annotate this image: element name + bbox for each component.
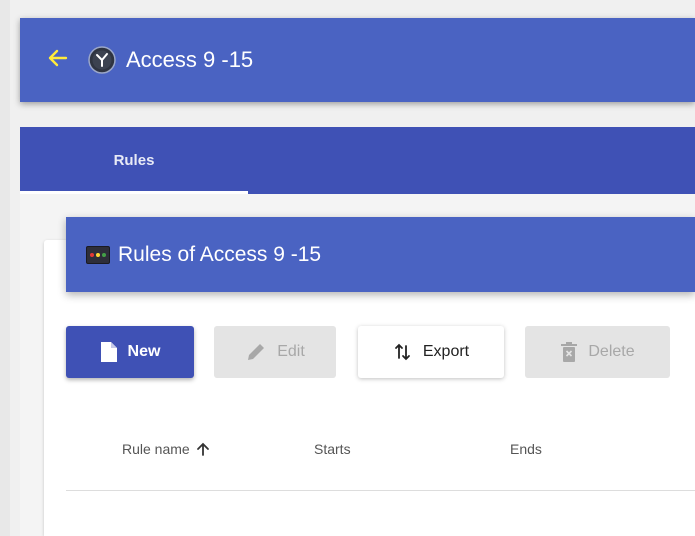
back-button[interactable] [42,44,74,76]
clock-icon [88,46,116,74]
table-divider [66,490,695,491]
pencil-icon [245,341,267,363]
column-header-rule-name[interactable]: Rule name [122,441,210,457]
page-title: Access 9 -15 [126,47,254,72]
arrow-left-icon [48,49,68,72]
delete-button-label: Delete [588,343,635,360]
export-button[interactable]: Export [358,326,504,378]
new-button-label: New [127,343,161,360]
app-toolbar: Access 9 -15 [20,18,695,102]
trash-icon [560,341,578,363]
sort-arrows-icon [393,342,413,362]
column-label: Ends [510,441,542,457]
card-title: Rules of Access 9 -15 [118,242,322,266]
new-button[interactable]: New [66,326,194,378]
column-header-ends[interactable]: Ends [510,441,542,457]
column-header-starts[interactable]: Starts [314,441,351,457]
column-label: Rule name [122,441,190,457]
edit-button-label: Edit [277,343,305,360]
table-header: Rule name Starts Ends [66,430,695,470]
card-header: Rules of Access 9 -15 [66,217,695,292]
column-label: Starts [314,441,351,457]
rules-list-icon [86,245,110,264]
export-button-label: Export [422,343,470,360]
tab-rules[interactable]: Rules [20,127,248,194]
tab-bar: Rules [20,127,695,194]
left-rail [0,0,10,536]
edit-button[interactable]: Edit [214,326,336,378]
delete-button[interactable]: Delete [525,326,670,378]
arrow-up-icon [196,442,210,456]
new-document-icon [100,341,118,363]
